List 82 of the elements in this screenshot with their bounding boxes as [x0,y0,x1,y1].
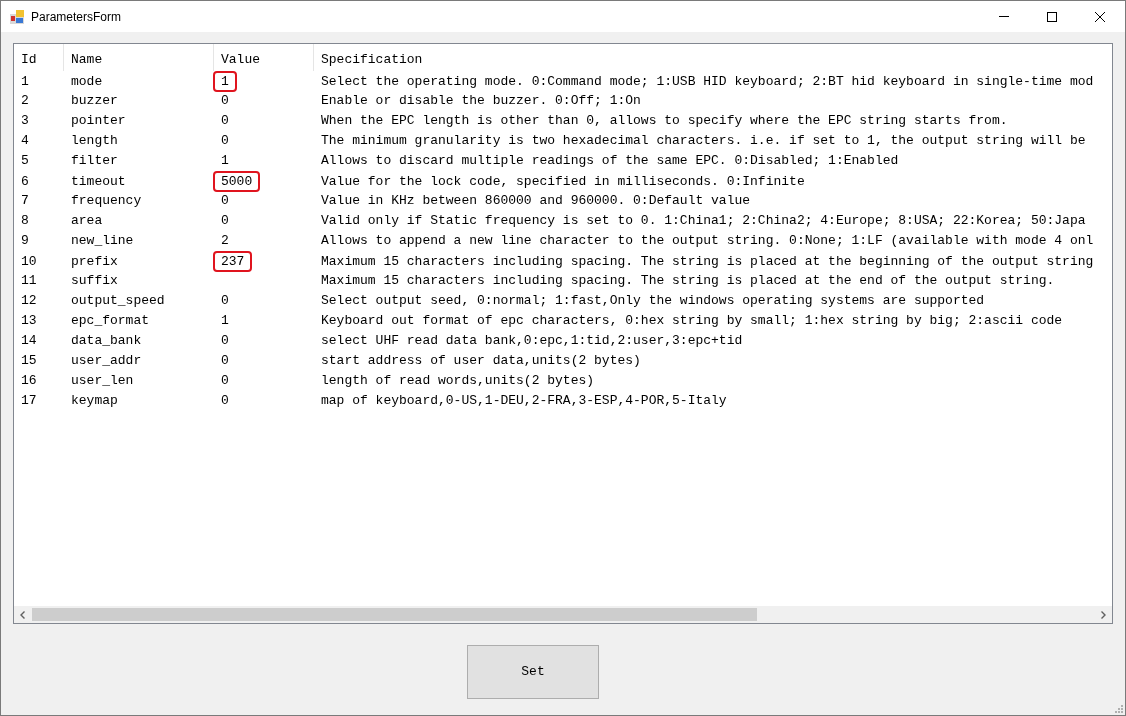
table-cell-text: 0 [221,112,229,131]
table-cell-text: 4 [21,132,29,151]
table-cell-text: timeout [71,172,126,191]
table-cell-text: 1 [221,152,229,171]
table-cell-text: buzzer [71,92,118,111]
app-icon [10,9,24,24]
table-cell-text: keymap [71,392,118,411]
table-cell-text: 13 [21,312,37,331]
table-cell-text: 1 [221,312,229,331]
table-cell-text: Maximum 15 characters including spacing. The string is placed at the beginning of the output string [321,252,1094,271]
column-header[interactable]: Id [14,44,64,71]
table-cell-text: length of read words,units(2 bytes) [321,372,595,391]
table-cell-text: 0 [221,392,229,411]
chevron-left-icon[interactable] [20,610,25,619]
close-icon [1095,11,1105,22]
table-cell-text: prefix [71,252,118,271]
table-cell-text: output_speed [71,292,165,311]
table-cell-text: suffix [71,272,118,291]
table-cell-text: Keyboard out format of epc characters, 0:hex string by small; 1:hex string by big; 2:ascii code [321,312,1063,331]
table-cell-text: 2 [21,92,29,111]
table-cell-text: Enable or disable the buzzer. 0:Off; 1:On [321,92,641,111]
table-cell-text: frequency [71,192,142,211]
table-cell-text: 9 [21,232,29,251]
table-cell-text: Allows to append a new line character to the output string. 0:None; 1:LF (available with mode 4 onl [321,232,1094,251]
table-cell-text: 0 [221,212,229,231]
table-cell-text: 15 [21,352,37,371]
table-cell-text: 0 [221,192,229,211]
table-cell-text: Select output seed, 0:normal; 1:fast,Only the windows operating systems are supported [321,292,985,311]
table-cell-text: When the EPC length is other than 0, allows to specify where the EPC string starts from. [321,112,1008,131]
table-cell-text: 17 [21,392,37,411]
table-cell-text: 10 [21,252,37,271]
table-cell-text: 2 [221,232,229,251]
table-cell-text: data_bank [71,332,142,351]
window-title: ParametersForm [31,8,122,26]
table-cell-text: Allows to discard multiple readings of the same EPC. 0:Disabled; 1:Enabled [321,152,899,171]
highlighted-value: 1 [213,71,237,92]
table-cell-text: 16 [21,372,37,391]
table-cell-text: 12 [21,292,37,311]
table-cell-text: 14 [21,332,37,351]
column-header[interactable]: Value [214,44,314,71]
table-cell-text: map of keyboard,0-US,1-DEU,2-FRA,3-ESP,4-POR,5-Italy [321,392,727,411]
table-cell-text: length [71,132,118,151]
table-cell-text: Select the operating mode. 0:Command mode; 1:USB HID keyboard; 2:BT hid keyboard in single-time mod [321,72,1094,91]
table-cell-text: Maximum 15 characters including spacing. The string is placed at the end of the output string. [321,272,1055,291]
table-cell-text: 0 [221,92,229,111]
table-cell-text: 1 [21,72,29,91]
table-cell-text: 0 [221,332,229,351]
column-header[interactable]: Specification [314,44,1112,71]
table-cell-text: user_len [71,372,134,391]
table-cell-text: pointer [71,112,126,131]
minimize-icon [999,16,1009,17]
table-cell-text: 8 [21,212,29,231]
table-cell-text: 0 [221,372,229,391]
table-cell-text: Value in KHz between 860000 and 960000. 0:Default value [321,192,751,211]
table-cell-text: new_line [71,232,134,251]
table-cell-text: 11 [21,272,37,291]
chevron-right-icon[interactable] [1101,610,1106,619]
table-cell-text: area [71,212,103,231]
table-cell-text: 0 [221,352,229,371]
table-cell-text: Value for the lock code, specified in milliseconds. 0:Infinite [321,172,805,191]
table-cell-text: start address of user data,units(2 bytes) [321,352,641,371]
horizontal-scrollbar[interactable] [14,606,1112,623]
table-cell-text: filter [71,152,118,171]
table-cell-text: 0 [221,132,229,151]
table-cell-text: 5 [21,152,29,171]
table-cell-text: user_addr [71,352,142,371]
maximize-icon [1047,11,1057,22]
table-cell-text: 6 [21,172,29,191]
table-cell-text: The minimum granularity is two hexadecimal characters. i.e. if set to 1, the output string will be [321,132,1086,151]
table-cell-text: epc_format [71,312,149,331]
scrollbar-thumb[interactable] [32,608,757,621]
column-header[interactable]: Name [64,44,214,71]
highlighted-value: 237 [213,251,253,272]
table-cell-text: select UHF read data bank,0:epc,1:tid,2:user,3:epc+tid [321,332,743,351]
table-cell-text: 0 [221,292,229,311]
table-cell-text: mode [71,72,103,91]
highlighted-value: 5000 [213,171,261,192]
table-cell-text: 3 [21,112,29,131]
table-cell-text: Valid only if Static frequency is set to 0. 1:China1; 2:China2; 4:Europe; 8:USA; 22:Korea; 50:Japa [321,212,1086,231]
table-cell-text: 7 [21,192,29,211]
set-button[interactable]: Set [467,645,599,699]
resize-grip-icon[interactable] [1114,704,1123,713]
